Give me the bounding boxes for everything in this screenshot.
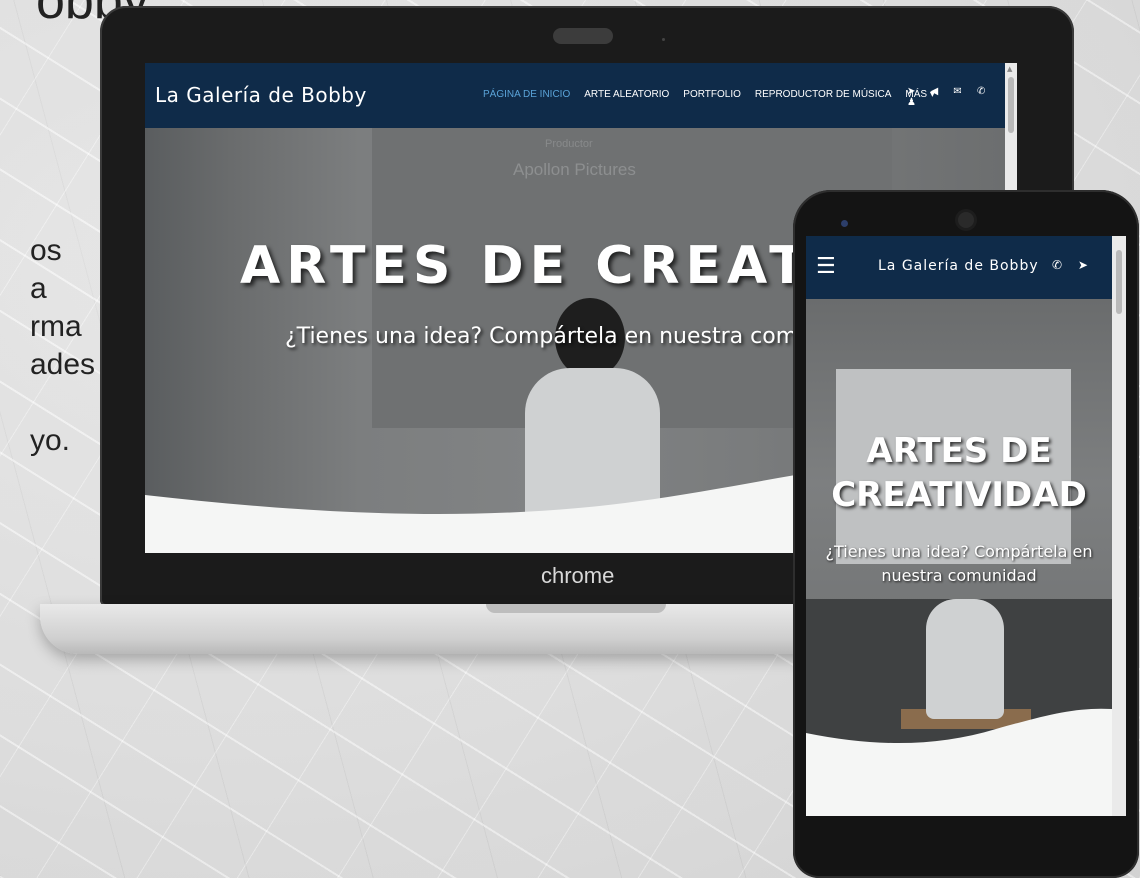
mobile-hero-wave-divider [806, 708, 1112, 759]
mobile-hero: ARTES DE CREATIVIDAD ¿Tienes una idea? C… [806, 299, 1112, 759]
phone-speaker [958, 212, 974, 228]
mobile-hero-title: ARTES DE CREATIVIDAD [806, 429, 1112, 517]
hero-credit-small: Productor [545, 138, 593, 150]
mobile-hero-subtitle-line2: nuestra comunidad [881, 566, 1037, 585]
hero-credit-large: Apollon Pictures [513, 160, 636, 179]
nav-social-icons[interactable]: ➤ ◀ ✉ ✆ ♟ [907, 86, 1005, 108]
desktop-navbar: La Galería de Bobby PÁGINA DE INICIO ART… [145, 63, 1005, 128]
hamburger-menu-icon[interactable]: ☰ [816, 254, 836, 279]
phone-screen: ☰ La Galería de Bobby ✆ ➤ ARTES DE CREAT… [806, 236, 1126, 816]
menu-item-music-player[interactable]: REPRODUCTOR DE MÚSICA [755, 89, 892, 100]
phone-device: ☰ La Galería de Bobby ✆ ➤ ARTES DE CREAT… [793, 190, 1139, 878]
menu-item-portfolio[interactable]: PORTFOLIO [683, 89, 741, 100]
laptop-brand-label: chrome [541, 563, 615, 588]
mobile-hero-subtitle-line1: ¿Tienes una idea? Compártela en [825, 542, 1093, 561]
mobile-contact-icons[interactable]: ✆ ➤ [1052, 258, 1094, 272]
scroll-thumb[interactable] [1008, 77, 1014, 133]
mobile-navbar: ☰ La Galería de Bobby ✆ ➤ [806, 236, 1112, 299]
laptop-base-notch [486, 604, 666, 613]
side-paragraph-fragment: os a rma ades yo. [30, 234, 96, 457]
phone-camera [841, 220, 848, 227]
laptop-sensor [662, 38, 665, 41]
mobile-hero-title-line1: ARTES DE [866, 431, 1052, 471]
menu-item-random-art[interactable]: ARTE ALEATORIO [584, 89, 669, 100]
mobile-scroll-thumb[interactable] [1116, 250, 1122, 314]
menu-item-home[interactable]: PÁGINA DE INICIO [483, 89, 570, 100]
mobile-hero-subtitle: ¿Tienes una idea? Compártela en nuestra … [806, 540, 1112, 588]
mobile-hero-title-line2: CREATIVIDAD [831, 475, 1087, 515]
laptop-camera [553, 28, 613, 44]
mobile-scrollbar[interactable] [1112, 236, 1126, 816]
mobile-site-logo[interactable]: La Galería de Bobby [878, 258, 1039, 274]
hero-subtitle: ¿Tienes una idea? Compártela en nuestra … [285, 324, 798, 349]
desktop-menu: PÁGINA DE INICIO ARTE ALEATORIO PORTFOLI… [483, 89, 935, 100]
site-logo[interactable]: La Galería de Bobby [155, 83, 367, 107]
scroll-up-arrow-icon[interactable]: ▲ [1007, 65, 1012, 73]
